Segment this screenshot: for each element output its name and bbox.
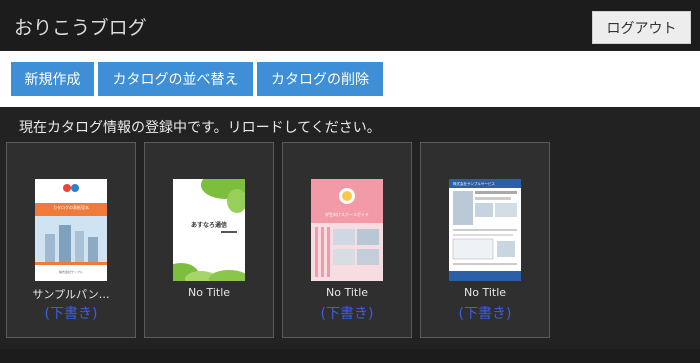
svg-text:カタログの表紙見本: カタログの表紙見本 — [53, 204, 89, 210]
delete-catalog-button[interactable]: カタログの削除 — [257, 62, 383, 96]
catalog-title: No Title — [187, 286, 231, 299]
catalog-thumbnail[interactable]: 株式会社サンプルサービス — [449, 179, 521, 281]
catalog-thumbnail[interactable]: カタログの表紙見本 株式会社サンプル — [35, 179, 107, 281]
svg-text:株式会社サンプルサービス: 株式会社サンプルサービス — [453, 181, 495, 186]
new-catalog-button[interactable]: 新規作成 — [11, 62, 94, 96]
app-title: おりこうブログ — [14, 17, 147, 39]
logout-button[interactable]: ログアウト — [592, 11, 691, 44]
draft-status-link[interactable]: (下書き) — [421, 303, 549, 323]
footer-bar — [0, 349, 700, 363]
cover-image: カタログの表紙見本 株式会社サンプル — [35, 179, 107, 281]
cover-image: 株式会社サンプルサービス — [449, 179, 521, 281]
header-bar: おりこうブログ ログアウト — [0, 0, 700, 50]
catalog-card-2[interactable]: あすなろ通信 No Title — [144, 142, 274, 338]
catalog-thumbnail[interactable]: 学生向けスクールガイド — [311, 179, 383, 281]
draft-status-link[interactable]: (下書き) — [283, 303, 411, 323]
toolbar: 新規作成 カタログの並べ替え カタログの削除 — [0, 51, 700, 107]
cover-image: 学生向けスクールガイド — [311, 179, 383, 281]
cover-image: あすなろ通信 — [173, 179, 245, 281]
svg-text:学生向けスクールガイド: 学生向けスクールガイド — [325, 211, 369, 217]
catalog-title: No Title — [463, 286, 507, 299]
catalog-title: サンプルパン… — [32, 288, 110, 301]
svg-text:株式会社サンプル: 株式会社サンプル — [59, 269, 83, 274]
sort-catalogs-button[interactable]: カタログの並べ替え — [98, 62, 253, 96]
svg-text:あすなろ通信: あすなろ通信 — [191, 221, 227, 229]
catalog-card-1[interactable]: カタログの表紙見本 株式会社サンプル サンプルパン… (下書き) — [6, 142, 136, 338]
catalog-title: No Title — [325, 286, 369, 299]
catalog-card-4[interactable]: 株式会社サンプルサービス No Title (下書き) — [420, 142, 550, 338]
catalog-card-3[interactable]: 学生向けスクールガイド No Title (下書き) — [282, 142, 412, 338]
draft-status-link[interactable]: (下書き) — [7, 303, 135, 323]
catalog-thumbnail[interactable]: あすなろ通信 — [173, 179, 245, 281]
status-message: 現在カタログ情報の登録中です。リロードしてください。 — [19, 120, 381, 136]
